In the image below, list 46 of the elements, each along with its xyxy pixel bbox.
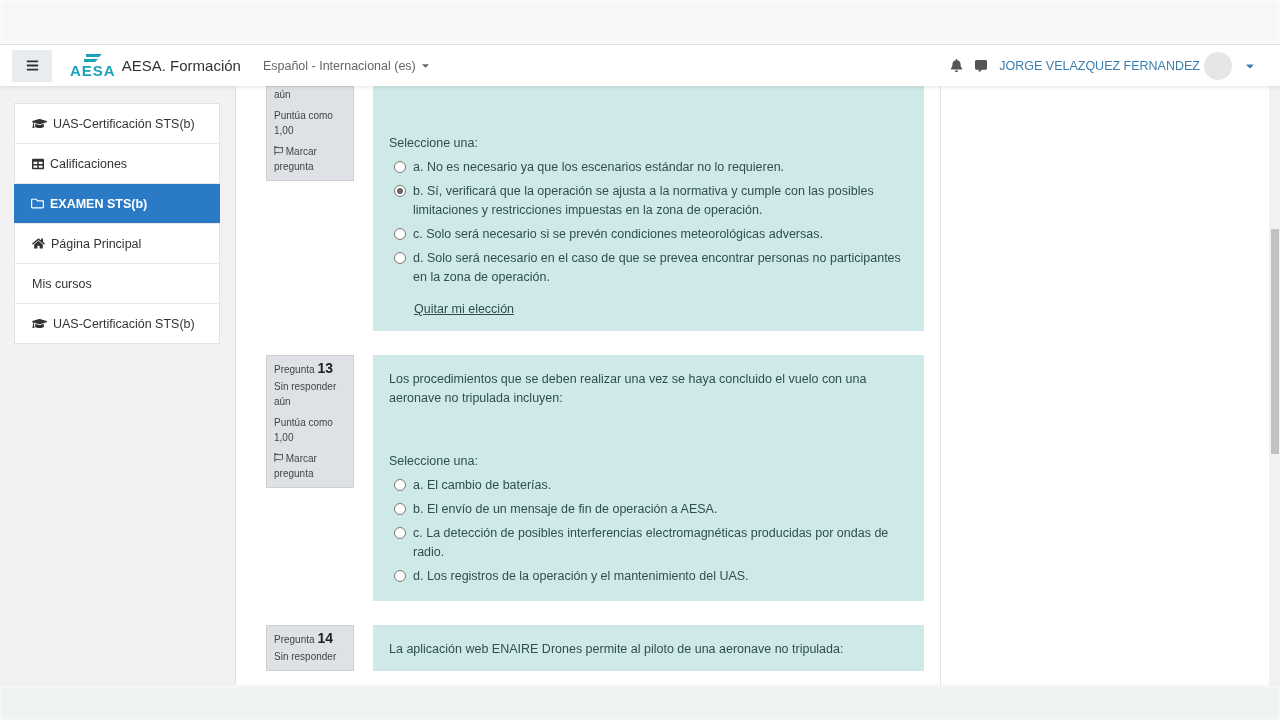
question-text: Los procedimientos que se deben realizar una vez se haya concluido el vuelo con una aeronave no tripulada incluyen:	[389, 371, 868, 407]
menu-button[interactable]	[12, 49, 52, 82]
answer-option[interactable]: d. Los registros de la operación y el mantenimiento del UAS.	[413, 567, 749, 586]
folder-icon	[31, 197, 44, 210]
radio-button[interactable]	[394, 570, 406, 582]
flag-question-link[interactable]: Marcar pregunta	[274, 144, 346, 174]
answer-option[interactable]: d. Solo será necesario en el caso de que se prevea encontrar personas no participantes en la zona de operación.	[413, 249, 908, 287]
radio-button[interactable]	[394, 527, 406, 539]
graduation-cap-icon	[32, 316, 47, 331]
question-number: Pregunta 14	[274, 631, 334, 647]
sidebar-item[interactable]: EXAMEN STS(b)	[14, 183, 220, 223]
radio-button[interactable]	[394, 185, 406, 197]
clear-choice-link[interactable]: Quitar mi elección	[414, 300, 515, 319]
flag-question-link[interactable]: Marcar pregunta	[274, 451, 346, 481]
language-selector[interactable]: Español - Internacional (es)	[262, 58, 431, 73]
answer-option[interactable]: a. No es necesario ya que los escenarios estándar no lo requieren.	[413, 158, 785, 177]
answer-option[interactable]: c. Solo será necesario si se prevén condiciones meteorológicas adversas.	[413, 225, 823, 244]
message-icon[interactable]	[975, 59, 988, 72]
question-number: Pregunta 13	[274, 361, 334, 377]
flag-icon	[274, 146, 283, 155]
radio-button[interactable]	[394, 252, 406, 264]
table-icon	[32, 157, 44, 170]
question-text: La aplicación web ENAIRE Drones permite al piloto de una aeronave no tripulada:	[389, 641, 845, 658]
question-status: Sin responder aún	[274, 380, 338, 409]
radio-button[interactable]	[394, 161, 406, 173]
site-name[interactable]: AESA. Formación	[121, 57, 241, 74]
prompt-label: Seleccione una:	[389, 453, 479, 470]
user-menu[interactable]: JORGE VELAZQUEZ FERNANDEZ	[999, 58, 1200, 73]
menu-icon	[25, 59, 39, 72]
radio-button[interactable]	[394, 479, 406, 491]
question-status: aún	[274, 88, 292, 102]
logo: AESA	[70, 53, 116, 78]
prompt-label: Seleccione una:	[389, 135, 479, 152]
question-points: Puntúa como 1,00	[274, 416, 334, 445]
answer-option[interactable]: b. El envío de un mensaje de fin de operación a AESA.	[413, 500, 718, 519]
radio-button[interactable]	[394, 228, 406, 240]
answer-option[interactable]: b. Sí, verificará que la operación se ajusta a la normativa y cumple con las posibles limitaciones y restricciones impuestas en la zona de operación.	[413, 182, 908, 220]
radio-button[interactable]	[394, 503, 406, 515]
answer-option[interactable]: a. El cambio de baterías.	[413, 476, 552, 495]
question-points: Puntúa como 1,00	[274, 109, 334, 138]
question-status: Sin responder	[274, 650, 338, 664]
flag-icon	[274, 453, 283, 462]
notification-icon[interactable]	[950, 59, 964, 72]
answer-option[interactable]: c. La detección de posibles interferencias electromagnéticas producidas por ondas de radio.	[413, 524, 908, 562]
graduation-cap-icon	[32, 116, 47, 131]
home-icon	[32, 237, 45, 250]
